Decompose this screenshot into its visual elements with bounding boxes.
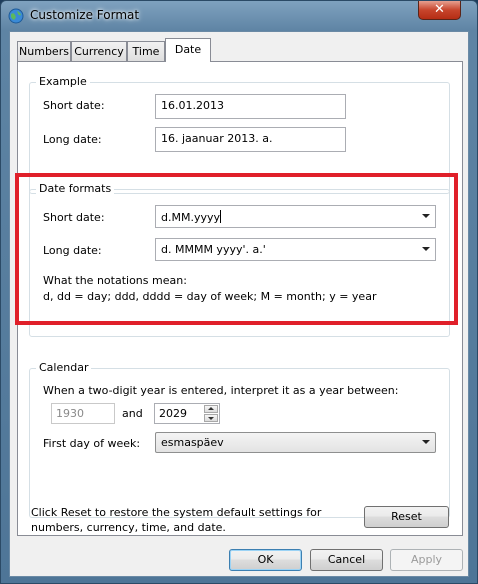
- example-long-date-value: 16. jaanuar 2013. a.: [155, 127, 346, 152]
- tab-currency[interactable]: Currency: [71, 41, 127, 61]
- year-to-spin-buttons: [204, 405, 218, 422]
- reset-description: Click Reset to restore the system defaul…: [31, 506, 322, 534]
- example-short-date-value: 16.01.2013: [155, 94, 346, 119]
- window-title: Customize Format: [30, 8, 140, 22]
- close-button[interactable]: ✕: [418, 1, 461, 20]
- example-long-date-label: Long date:: [43, 133, 102, 146]
- tab-numbers[interactable]: Numbers: [17, 41, 71, 61]
- example-short-date-label: Short date:: [43, 99, 105, 112]
- close-icon: ✕: [434, 2, 445, 17]
- tab-time[interactable]: Time: [127, 41, 165, 61]
- ok-button[interactable]: OK: [229, 549, 302, 571]
- calendar-group-title: Calendar: [36, 361, 92, 374]
- spin-up-icon[interactable]: [204, 405, 218, 413]
- first-day-of-week-dropdown[interactable]: esmaspäev: [155, 432, 436, 453]
- customize-format-window: Customize Format ✕ Numbers Currency Time…: [0, 0, 478, 584]
- two-digit-year-text: When a two-digit year is entered, interp…: [43, 384, 399, 397]
- globe-icon: [8, 8, 24, 24]
- title-bar[interactable]: Customize Format ✕: [1, 1, 477, 31]
- chevron-down-icon[interactable]: [422, 440, 430, 444]
- highlight-annotation-box: [15, 173, 458, 325]
- calendar-group: Calendar When a two-digit year is entere…: [29, 361, 450, 518]
- tab-date[interactable]: Date: [165, 38, 211, 62]
- year-from-field: 1930: [51, 403, 115, 424]
- year-to-value[interactable]: 2029: [159, 407, 187, 420]
- apply-button[interactable]: Apply: [390, 549, 463, 571]
- year-to-spinner[interactable]: 2029: [154, 403, 220, 424]
- reset-button[interactable]: Reset: [364, 506, 449, 528]
- example-group-title: Example: [36, 75, 90, 88]
- and-label: and: [122, 407, 143, 420]
- first-day-value[interactable]: esmaspäev: [161, 436, 224, 449]
- spin-down-icon[interactable]: [204, 414, 218, 422]
- cancel-button[interactable]: Cancel: [310, 549, 383, 571]
- first-day-label: First day of week:: [43, 437, 141, 450]
